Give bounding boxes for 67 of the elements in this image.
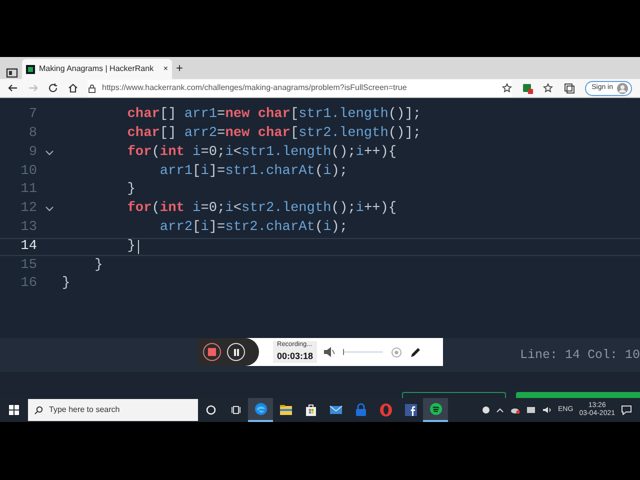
pause-button[interactable] — [227, 343, 245, 361]
line-number: 10 — [20, 162, 37, 181]
tab-title: Making Anagrams | HackerRank — [39, 63, 155, 75]
text-cursor — [138, 240, 140, 254]
code-line: } — [94, 256, 103, 275]
home-icon[interactable] — [68, 83, 78, 93]
search-icon — [34, 406, 43, 414]
avatar-icon — [617, 82, 628, 94]
stop-button[interactable] — [203, 343, 221, 361]
recording-timer: 00:03:18 — [277, 350, 314, 364]
line-number: 9 — [28, 144, 37, 162]
fold-chevron-icon[interactable] — [45, 206, 54, 212]
line-number: 12 — [20, 200, 37, 218]
notification-icon[interactable] — [621, 405, 632, 415]
url-text: https://www.hackerrank.com/challenges/making-anagrams/problem?isFullScreen=true — [102, 82, 407, 94]
refresh-icon[interactable] — [48, 83, 58, 93]
facebook-icon — [404, 403, 418, 417]
favorites-icon[interactable] — [542, 83, 554, 93]
cloud-alert-icon[interactable] — [510, 406, 520, 414]
line-number: 15 — [20, 256, 37, 275]
line-number: 14 — [20, 238, 37, 256]
code-line: arr1[i]=str1.charAt(i); — [158, 162, 348, 181]
folder-icon — [278, 403, 292, 417]
line-number: 7 — [28, 106, 37, 124]
code-line: char[] arr1=new char[str1.length()]; — [126, 106, 422, 124]
cursor-position: Line: 14 Col: 10 — [520, 346, 640, 364]
browser-tab[interactable]: Making Anagrams | HackerRank × — [22, 59, 172, 79]
line-number: 13 — [20, 218, 37, 237]
edge-browser-icon — [254, 402, 268, 416]
code-line: } — [126, 238, 136, 256]
speaker-icon[interactable] — [323, 346, 336, 358]
site-logo-icon — [26, 64, 35, 74]
code-line: char[] arr2=new char[str2.length()]; — [126, 125, 422, 143]
code-line: for(int i=0;i<str1.length();i++){ — [126, 144, 397, 162]
spotify-icon — [428, 402, 442, 416]
status-circle-icon[interactable] — [482, 406, 490, 414]
code-line: for(int i=0;i<str2.length();i++){ — [126, 200, 397, 218]
task-view-icon[interactable] — [230, 405, 240, 415]
address-bar[interactable]: https://www.hackerrank.com/challenges/making-anagrams/problem?isFullScreen=true — [88, 80, 512, 96]
code-line: } — [62, 275, 70, 294]
volume-slider-icon[interactable] — [343, 349, 384, 355]
shopping-bag-icon — [304, 403, 318, 417]
taskbar-search-field[interactable]: Type here to search — [28, 399, 198, 421]
line-number: 16 — [20, 275, 37, 294]
back-icon[interactable] — [8, 83, 18, 93]
pencil-icon[interactable] — [410, 346, 422, 358]
windows-logo-icon — [9, 405, 19, 415]
collections-icon[interactable] — [564, 82, 575, 94]
line-number: 11 — [20, 181, 37, 200]
cortana-circle-icon[interactable] — [206, 405, 216, 415]
show-hidden-icons-chevron-icon[interactable] — [496, 407, 504, 413]
code-line: arr2[i]=str2.charAt(i); — [158, 218, 348, 237]
opera-icon — [378, 403, 392, 417]
speaker-icon[interactable] — [542, 406, 552, 414]
code-line: } — [126, 181, 136, 200]
envelope-icon — [328, 403, 342, 417]
line-number: 8 — [28, 125, 37, 143]
favorite-star-icon[interactable] — [502, 83, 512, 93]
search-placeholder: Type here to search — [49, 404, 120, 416]
tab-close-button[interactable]: × — [163, 63, 168, 75]
extension-icon[interactable] — [522, 82, 533, 94]
fold-chevron-icon[interactable] — [45, 150, 54, 156]
lock-icon — [354, 403, 368, 417]
network-icon[interactable] — [526, 406, 536, 414]
tab-actions-icon[interactable] — [6, 67, 18, 79]
lock-icon — [88, 84, 96, 92]
new-tab-button[interactable]: + — [176, 59, 184, 77]
